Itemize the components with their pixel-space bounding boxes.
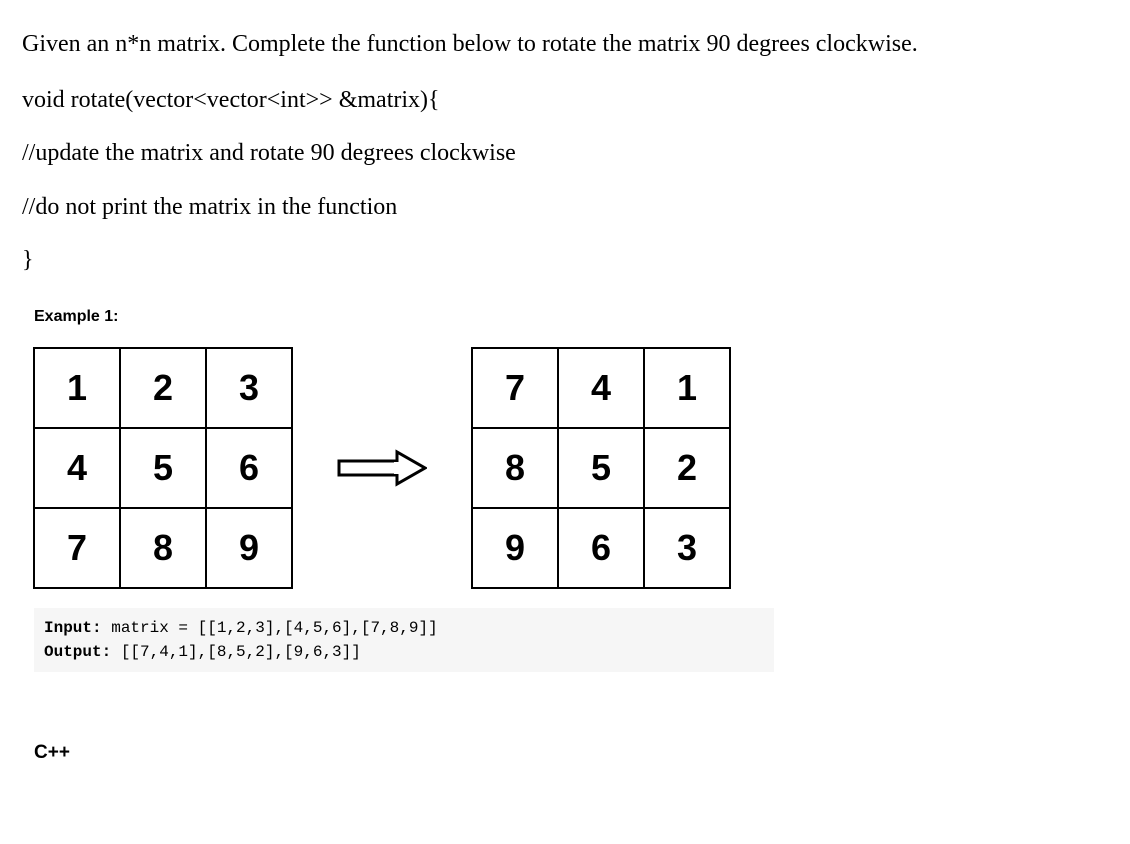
- example-output-line: Output: [[7,4,1],[8,5,2],[9,6,3]]: [44, 640, 764, 664]
- matrix-cell: 7: [471, 347, 559, 429]
- example-label: Example 1:: [34, 308, 1108, 326]
- matrix-cell: 3: [205, 347, 293, 429]
- input-matrix: 1 2 3 4 5 6 7 8 9: [34, 348, 292, 588]
- matrix-cell: 1: [33, 347, 121, 429]
- matrix-cell: 8: [471, 427, 559, 509]
- matrix-cell: 8: [119, 507, 207, 589]
- matrix-cell: 7: [33, 507, 121, 589]
- matrix-cell: 6: [205, 427, 293, 509]
- matrices-row: 1 2 3 4 5 6 7 8 9 7 4 1 8 5 2 9 6 3: [34, 348, 1108, 588]
- language-label: C++: [34, 742, 1108, 764]
- matrix-cell: 6: [557, 507, 645, 589]
- arrow-icon: [332, 448, 432, 488]
- input-value: matrix = [[1,2,3],[4,5,6],[7,8,9]]: [102, 619, 438, 637]
- problem-description: Given an n*n matrix. Complete the functi…: [22, 28, 1108, 62]
- input-label: Input:: [44, 619, 102, 637]
- matrix-cell: 5: [557, 427, 645, 509]
- example-io-block: Input: matrix = [[1,2,3],[4,5,6],[7,8,9]…: [34, 608, 774, 672]
- matrix-cell: 9: [471, 507, 559, 589]
- output-matrix: 7 4 1 8 5 2 9 6 3: [472, 348, 730, 588]
- matrix-cell: 4: [557, 347, 645, 429]
- example-input-line: Input: matrix = [[1,2,3],[4,5,6],[7,8,9]…: [44, 616, 764, 640]
- matrix-cell: 2: [119, 347, 207, 429]
- output-value: [[7,4,1],[8,5,2],[9,6,3]]: [111, 643, 361, 661]
- matrix-cell: 3: [643, 507, 731, 589]
- code-comment-1: //update the matrix and rotate 90 degree…: [22, 137, 1108, 171]
- code-comment-2: //do not print the matrix in the functio…: [22, 191, 1108, 225]
- matrix-cell: 4: [33, 427, 121, 509]
- matrix-cell: 9: [205, 507, 293, 589]
- function-signature: void rotate(vector<vector<int>> &matrix)…: [22, 84, 1108, 118]
- matrix-cell: 2: [643, 427, 731, 509]
- closing-brace: }: [22, 244, 1108, 278]
- matrix-cell: 1: [643, 347, 731, 429]
- output-label: Output:: [44, 643, 111, 661]
- matrix-cell: 5: [119, 427, 207, 509]
